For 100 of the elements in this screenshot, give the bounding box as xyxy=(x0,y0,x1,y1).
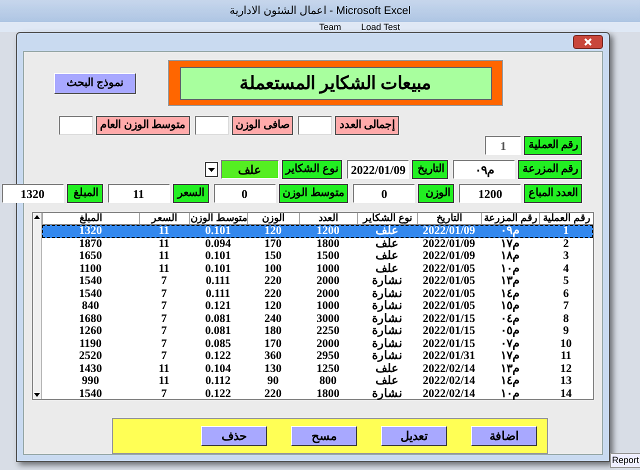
combo-field[interactable]: علف xyxy=(220,160,278,179)
table-cell-text: م١٤ xyxy=(500,375,520,388)
form-title: مبيعات الشكاير المستعملة xyxy=(180,66,492,100)
table-cell-text: 2022/01/05 xyxy=(422,300,476,312)
table-cell-text: 1100 xyxy=(78,262,103,275)
table-cell-text: 220 xyxy=(263,275,283,288)
input-field[interactable]: 11 xyxy=(108,184,170,203)
table-cell-text: 7 xyxy=(562,300,570,312)
table-cell-text: 6 xyxy=(562,288,570,300)
column-header[interactable]: السعر xyxy=(139,213,189,224)
scroll-down-icon xyxy=(33,391,41,399)
input-field[interactable]: 1320 xyxy=(2,184,64,203)
column-header[interactable]: المبلغ xyxy=(42,213,139,224)
table-cell-text: 7 xyxy=(160,338,168,350)
table-cell-text: 800 xyxy=(318,375,338,388)
table-cell-text: 0.121 xyxy=(204,300,232,312)
caret-icon xyxy=(208,168,214,172)
table-cell-text: علف xyxy=(374,362,400,375)
close-icon xyxy=(584,38,592,46)
table-cell-text: نشارة xyxy=(371,275,403,288)
table-cell-text: 220 xyxy=(263,288,283,300)
input-field[interactable]: 0 xyxy=(353,184,416,203)
column-header[interactable]: العدد xyxy=(299,213,357,224)
table-cell-text: 120 xyxy=(263,300,283,312)
table-cell-text: 2 xyxy=(562,238,570,250)
table-cell-text: م٠٤ xyxy=(500,312,520,325)
table-cell-text: 0.094 xyxy=(204,238,232,250)
table-cell-text: 1800 xyxy=(316,388,340,400)
dropdown-button[interactable] xyxy=(204,162,218,177)
close-button[interactable] xyxy=(573,35,603,49)
action-button[interactable]: تعديل xyxy=(381,426,447,446)
column-header[interactable]: متوسط الوزن xyxy=(189,213,247,224)
field-label: المبلغ xyxy=(66,184,102,203)
table-cell-text: 11 xyxy=(158,362,170,375)
table-cell-text: 1000 xyxy=(316,262,340,275)
total-value-field[interactable] xyxy=(194,116,228,135)
total-value-field[interactable] xyxy=(298,116,332,135)
total-value-field[interactable] xyxy=(59,116,93,135)
action-button[interactable]: اضافة xyxy=(471,426,537,446)
table-cell-text: 11 xyxy=(158,238,170,250)
column-header[interactable]: نوع الشكاير xyxy=(357,213,417,224)
table-cell-text: 14 xyxy=(559,388,573,400)
ribbon-tab[interactable]: Team xyxy=(319,22,342,32)
input-field[interactable]: 1 xyxy=(485,136,522,155)
table-cell-text: علف xyxy=(374,225,400,238)
table-cell-text: 0.081 xyxy=(204,312,232,325)
table-cell-text: 1540 xyxy=(78,388,103,400)
table-cell-text: 1 xyxy=(562,225,570,238)
table-cell-text: نشارة xyxy=(371,312,403,325)
total-label: إجمالى العدد xyxy=(335,116,399,135)
table-cell-text: 0.111 xyxy=(204,288,232,300)
table-cell-text: م١٧ xyxy=(500,238,520,250)
table-cell-text: 1000 xyxy=(316,300,340,312)
input-field[interactable]: م٠٩ xyxy=(453,160,516,179)
table-cell-text: 2022/02/14 xyxy=(422,388,476,400)
table-cell-text: 7 xyxy=(160,275,168,288)
total-label: متوسط الوزن العام xyxy=(96,116,190,135)
search-form-button[interactable]: نموذج البحث xyxy=(54,72,136,94)
table-cell-text: نشارة xyxy=(371,388,403,400)
table-cell-text: 2022/02/14 xyxy=(422,362,476,375)
table-cell-text: 0.085 xyxy=(204,338,232,350)
table-cell-text: 0.104 xyxy=(204,362,232,375)
table-cell-text: 1430 xyxy=(78,362,103,375)
input-field[interactable]: 0 xyxy=(214,184,276,203)
table-cell-text: 2520 xyxy=(78,350,103,362)
table-cell-text: 10 xyxy=(559,338,573,350)
table-cell-text: 170 xyxy=(263,338,283,350)
field-label: نوع الشكاير xyxy=(282,160,342,179)
table-cell-text: 360 xyxy=(263,350,283,362)
scrollbar[interactable] xyxy=(33,213,42,399)
table-cell-text: 1680 xyxy=(78,312,103,325)
table-cell-text: 90 xyxy=(266,375,280,388)
table-cell-text: 1540 xyxy=(78,275,103,288)
field-label: التاريخ xyxy=(412,160,448,179)
action-button[interactable]: مسح xyxy=(291,426,357,446)
table-cell-text: 7 xyxy=(160,388,168,400)
table-cell-text: 1650 xyxy=(78,250,103,262)
column-header[interactable]: رقم المزرعة xyxy=(481,213,539,224)
table-cell-text: 180 xyxy=(263,325,283,338)
table-cell-text: 2022/01/09 xyxy=(422,250,476,262)
ribbon-tab[interactable]: Load Test xyxy=(361,22,400,32)
action-button[interactable]: حذف xyxy=(201,426,267,446)
table-cell-text: 4 xyxy=(562,262,570,275)
table-cell-text: 7 xyxy=(160,312,168,325)
column-header[interactable]: رقم العملية xyxy=(539,213,593,224)
sheet-tab[interactable]: Report xyxy=(610,452,640,468)
table-cell-text: 1800 xyxy=(316,238,340,250)
table-cell-text: 840 xyxy=(80,300,100,312)
table-cell-text: م٠٥ xyxy=(500,325,520,338)
column-header[interactable]: الوزن xyxy=(247,213,299,224)
table-cell-text: 9 xyxy=(562,325,570,338)
field-label: رقم المزرعة xyxy=(518,160,582,179)
field-label: العدد المباع xyxy=(524,184,582,203)
table-cell-text: 220 xyxy=(263,388,283,400)
input-field[interactable]: 1200 xyxy=(459,184,522,203)
table-cell-text: 2022/01/15 xyxy=(422,338,476,350)
column-header[interactable]: التاريخ xyxy=(417,213,481,224)
table-cell-text: نشارة xyxy=(371,338,403,350)
input-field[interactable]: 2022/01/09 xyxy=(347,160,410,179)
scroll-up-icon xyxy=(33,213,41,221)
